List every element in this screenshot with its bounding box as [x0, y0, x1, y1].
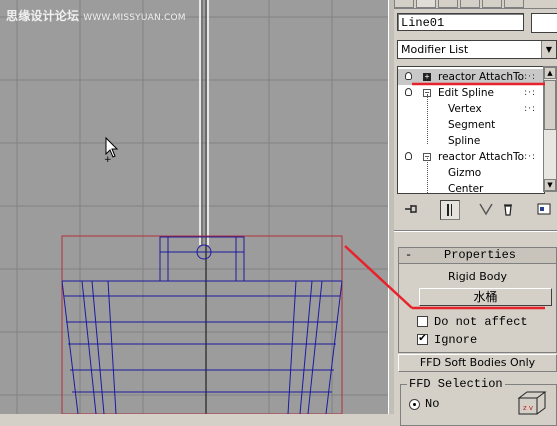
object-name-field[interactable]: Line01 [397, 13, 524, 31]
remove-modifier-icon [504, 204, 512, 216]
modifier-stack[interactable]: + reactor AttachTo :·: − Edit Spline :·:… [397, 66, 545, 194]
ffd-selection-group: FFD Selection No z v [400, 377, 557, 426]
do-not-affect-label: Do not affect [434, 315, 528, 329]
stack-scrollbar[interactable]: ▲ ▼ [543, 66, 557, 192]
stack-item-reactor-attachto-2[interactable]: − reactor AttachTo :·: [398, 149, 544, 165]
ignore-checkbox[interactable]: ✔ [417, 334, 428, 345]
do-not-affect-checkbox[interactable] [417, 316, 428, 327]
pin-stack-icon [405, 205, 417, 213]
lightbulb-icon[interactable] [405, 72, 412, 80]
selection-bounding-box [61, 235, 343, 414]
stack-item-reactor-attachto[interactable]: + reactor AttachTo :·: [398, 69, 544, 85]
bucket-wireframe [61, 236, 343, 414]
object-color-swatch[interactable] [531, 13, 557, 33]
show-end-result-icon [447, 204, 452, 216]
tab-hierarchy[interactable] [438, 0, 458, 8]
tab-create[interactable] [394, 0, 414, 8]
ffd-soft-bodies-only-button[interactable]: FFD Soft Bodies Only [398, 354, 557, 372]
stack-subitem-vertex[interactable]: Vertex :·: [398, 101, 544, 117]
stack-item-label: reactor AttachTo [438, 71, 525, 83]
tab-modify[interactable] [416, 0, 436, 8]
stack-item-label: Center [448, 183, 484, 194]
stack-subitem-gizmo[interactable]: Gizmo [398, 165, 544, 181]
grid-lines [0, 0, 388, 414]
rope-spline [199, 0, 209, 245]
scroll-down-icon[interactable]: ▼ [544, 179, 556, 191]
rollout-title: Properties [444, 248, 517, 262]
watermark-text: 思缘设计论坛 [6, 9, 80, 23]
viewport-front[interactable]: + 思缘设计论坛 WWW.MISSYUAN.COM [0, 0, 388, 414]
stack-item-label: Vertex [448, 103, 482, 115]
make-unique-icon [479, 203, 493, 216]
lightbulb-icon[interactable] [405, 88, 412, 96]
modifier-list-dropdown[interactable]: Modifier List ▼ [397, 40, 557, 59]
sub-object-dots-icon: :·: [524, 104, 536, 114]
stack-item-label: Segment [448, 119, 496, 131]
watermark: 思缘设计论坛 WWW.MISSYUAN.COM [6, 7, 186, 24]
lightbulb-icon[interactable] [405, 152, 412, 160]
tab-utilities[interactable] [504, 0, 524, 8]
configure-sets-button[interactable] [534, 200, 554, 220]
scroll-thumb[interactable] [544, 80, 556, 130]
ffd-cube-icon: z v [517, 391, 547, 415]
rigid-body-label: Rigid Body [448, 270, 507, 283]
stack-subitem-segment[interactable]: Segment [398, 117, 544, 133]
stack-item-label: Gizmo [448, 167, 482, 179]
tab-display[interactable] [482, 0, 502, 8]
rigid-body-pick-button[interactable]: 水桶 [419, 288, 552, 306]
watermark-url: WWW.MISSYUAN.COM [83, 13, 186, 23]
configure-sets-icon [537, 203, 551, 215]
stack-toolbar [394, 198, 557, 224]
command-panel: Line01 Modifier List ▼ + reactor AttachT… [394, 0, 557, 426]
remove-modifier-button[interactable] [498, 200, 518, 220]
stack-subitem-center[interactable]: Center [398, 181, 544, 194]
show-end-result-button[interactable] [440, 200, 460, 220]
properties-rollout-header[interactable]: - Properties [399, 248, 556, 264]
stack-item-label: Spline [448, 135, 481, 147]
stack-subitem-spline[interactable]: Spline [398, 133, 544, 149]
pin-stack-button[interactable] [402, 200, 422, 220]
mouse-cursor-icon: + [104, 136, 119, 165]
viewport-canvas: + [0, 0, 388, 414]
rollout-toggle: - [405, 248, 413, 262]
sub-object-dots-icon: :·: [524, 88, 536, 98]
expand-plus-icon[interactable]: + [423, 73, 431, 81]
sub-object-dots-icon: :·: [524, 72, 536, 82]
sub-object-dots-icon: :·: [524, 152, 536, 162]
modifier-list-label: Modifier List [401, 43, 469, 56]
scroll-up-icon[interactable]: ▲ [544, 67, 556, 79]
tab-motion[interactable] [460, 0, 480, 8]
stack-item-edit-spline[interactable]: − Edit Spline :·: [398, 85, 544, 101]
svg-text:+: + [104, 155, 112, 165]
stack-item-label: Edit Spline [438, 87, 494, 99]
separator [394, 230, 557, 232]
command-panel-tabs [394, 0, 557, 9]
chevron-down-icon: ▼ [541, 41, 556, 58]
ignore-label: Ignore [434, 333, 478, 347]
ffd-selection-legend: FFD Selection [407, 377, 505, 391]
stack-item-label: reactor AttachTo [438, 151, 525, 163]
ffd-no-label: No [425, 397, 440, 411]
ffd-no-radio[interactable] [409, 399, 420, 410]
make-unique-button[interactable] [476, 200, 496, 220]
properties-rollout: - Properties Rigid Body 水桶 Do not affect… [398, 247, 557, 353]
svg-text:z v: z v [523, 404, 533, 412]
